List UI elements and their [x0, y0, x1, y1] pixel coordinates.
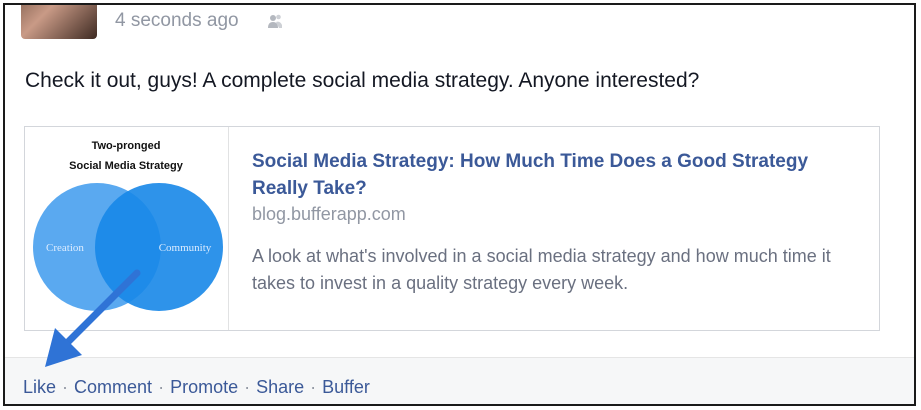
action-separator: ·	[158, 377, 165, 397]
buffer-link[interactable]: Buffer	[322, 377, 370, 397]
link-title[interactable]: Social Media Strategy: How Much Time Doe…	[252, 148, 812, 202]
friends-icon[interactable]	[267, 13, 283, 31]
link-preview-card[interactable]: Two-pronged Social Media Strategy Creati…	[24, 126, 880, 331]
action-separator: ·	[62, 377, 69, 397]
link-thumbnail[interactable]: Two-pronged Social Media Strategy Creati…	[25, 127, 229, 330]
post-frame: 4 seconds ago Check it out, guys! A comp…	[3, 3, 916, 406]
creation-label: Creation	[46, 242, 84, 254]
link-domain: blog.bufferapp.com	[252, 204, 406, 224]
promote-link[interactable]: Promote	[170, 377, 238, 397]
post-actions-bar: Like · Comment · Promote · Share · Buffer	[5, 357, 914, 404]
thumbnail-title-line2: Social Media Strategy	[69, 160, 184, 172]
comment-link[interactable]: Comment	[74, 377, 152, 397]
post-text: Check it out, guys! A complete social me…	[25, 69, 700, 92]
link-description: A look at what's involved in a social me…	[252, 246, 831, 293]
strategy-venn-diagram: Two-pronged Social Media Strategy Creati…	[33, 140, 223, 311]
share-link[interactable]: Share	[256, 377, 304, 397]
thumbnail-title-line1: Two-pronged	[92, 140, 161, 152]
post-timestamp[interactable]: 4 seconds ago	[115, 10, 239, 32]
action-separator: ·	[310, 377, 317, 397]
action-separator: ·	[244, 377, 251, 397]
avatar[interactable]	[21, 5, 97, 39]
community-label: Community	[159, 242, 212, 254]
post-actions: Like · Comment · Promote · Share · Buffer	[23, 377, 370, 398]
like-link[interactable]: Like	[23, 377, 56, 397]
